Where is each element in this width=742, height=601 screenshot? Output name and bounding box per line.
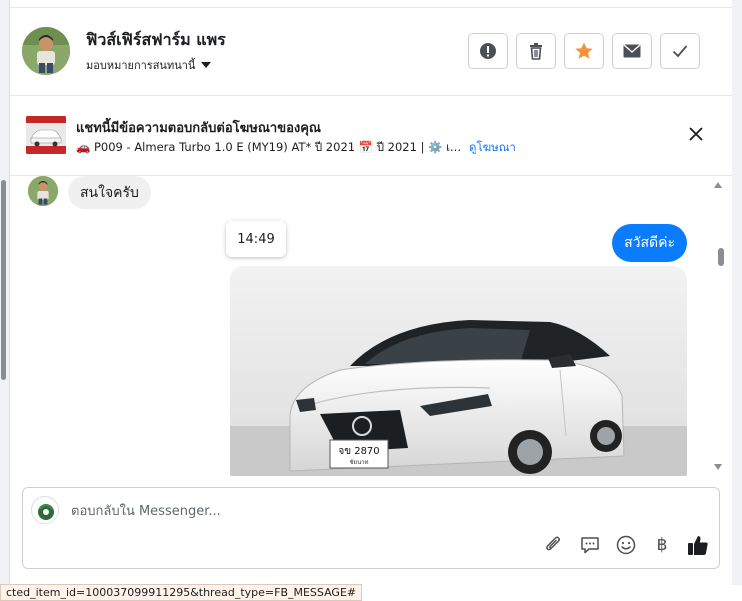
- message-thread[interactable]: สนใจครับ 14:49 สวัสดีค่ะ จข 2870 ชัยนาท: [10, 176, 732, 476]
- thread-scrollbar[interactable]: [714, 176, 730, 476]
- car-photo-attachment[interactable]: จข 2870 ชัยนาท: [230, 266, 687, 476]
- incoming-message[interactable]: สนใจครับ: [68, 176, 151, 209]
- ad-reply-banner: แชทนี้มีข้อความตอบกลับต่อโฆษณาของคุณ 🚗 P…: [10, 96, 732, 176]
- paperclip-icon: [546, 536, 560, 551]
- left-scrollbar[interactable]: [0, 0, 10, 601]
- exclamation-icon: [480, 43, 496, 59]
- status-bar-url: cted_item_id=100037099911295&thread_type…: [0, 584, 363, 601]
- scroll-down-arrow[interactable]: [714, 464, 722, 470]
- thread-scrollbar-thumb[interactable]: [718, 248, 724, 266]
- ad-thumbnail[interactable]: [26, 116, 66, 154]
- envelope-icon: [623, 44, 641, 58]
- ad-description-text: 🚗 P009 - Almera Turbo 1.0 E (MY19) AT* ป…: [76, 140, 461, 154]
- top-divider: [10, 0, 732, 8]
- page-avatar: [31, 496, 59, 524]
- delete-button[interactable]: [516, 33, 556, 69]
- message-timestamp: 14:49: [226, 221, 286, 257]
- mark-done-button[interactable]: [660, 33, 700, 69]
- mark-spam-button[interactable]: [468, 33, 508, 69]
- assign-label: มอบหมายการสนทนานี้: [86, 59, 196, 72]
- left-scrollbar-thumb[interactable]: [1, 180, 6, 380]
- reply-input[interactable]: [71, 502, 671, 520]
- ad-description: 🚗 P009 - Almera Turbo 1.0 E (MY19) AT* ป…: [76, 139, 516, 157]
- saved-replies-button[interactable]: [579, 534, 601, 556]
- close-banner-button[interactable]: [686, 124, 706, 144]
- star-icon: [575, 42, 593, 59]
- chat-bubble-icon: [581, 537, 599, 554]
- license-plate-province: ชัยนาท: [349, 459, 368, 466]
- reply-composer: ฿: [22, 487, 720, 569]
- view-ad-link[interactable]: ดูโฆษณา: [469, 139, 516, 157]
- ad-banner-title: แชทนี้มีข้อความตอบกลับต่อโฆษณาของคุณ: [76, 121, 321, 136]
- composer-tools: ฿: [543, 534, 709, 556]
- thumbs-up-icon: [688, 536, 708, 555]
- right-gutter: [732, 0, 742, 585]
- header-actions: [468, 33, 700, 69]
- payment-button[interactable]: ฿: [651, 534, 673, 556]
- mark-unread-button[interactable]: [612, 33, 652, 69]
- inbox-conversation-panel: ฟิวส์เฟิร์สฟาร์ม แพร มอบหมายการสนทนานี้: [0, 0, 742, 601]
- license-plate-number: จข 2870: [338, 446, 379, 457]
- caret-down-icon: [201, 62, 212, 68]
- like-button[interactable]: [687, 534, 709, 556]
- check-icon: [672, 45, 688, 58]
- assign-conversation-dropdown[interactable]: มอบหมายการสนทนานี้: [86, 56, 212, 74]
- sender-avatar: [28, 176, 58, 206]
- trash-icon: [530, 43, 542, 60]
- attach-button[interactable]: [543, 534, 565, 556]
- scroll-up-arrow[interactable]: [714, 182, 722, 188]
- emoji-button[interactable]: [615, 534, 637, 556]
- star-button[interactable]: [564, 33, 604, 69]
- baht-icon: ฿: [656, 535, 668, 555]
- smiley-icon: [616, 535, 636, 555]
- conversation-header: ฟิวส์เฟิร์สฟาร์ม แพร มอบหมายการสนทนานี้: [10, 8, 732, 96]
- contact-name[interactable]: ฟิวส์เฟิร์สฟาร์ม แพร: [86, 28, 226, 53]
- close-icon: [689, 127, 703, 141]
- outgoing-message[interactable]: สวัสดีค่ะ: [612, 224, 687, 262]
- contact-avatar[interactable]: [22, 27, 70, 75]
